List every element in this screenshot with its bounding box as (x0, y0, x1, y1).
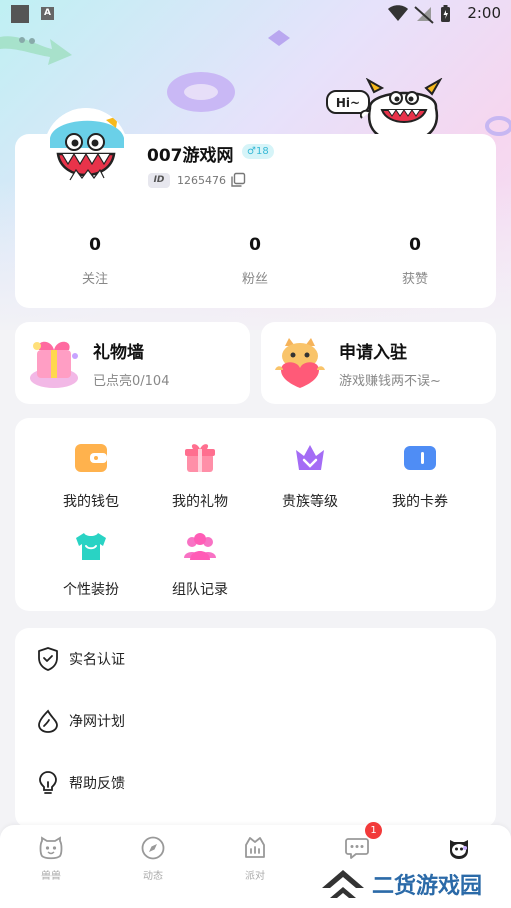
grid-item-label: 我的卡券 (392, 494, 448, 510)
grid-item-label: 我的礼物 (172, 494, 228, 510)
tshirt-icon (76, 533, 106, 560)
apply-subtitle: 游戏赚钱两不误~ (339, 374, 441, 389)
tab-label: 派对 (245, 871, 265, 882)
menu-item-clean-net[interactable]: 净网计划 (35, 708, 475, 734)
gift-icon (185, 444, 215, 472)
grid-item-team[interactable]: 组队记录 (145, 530, 255, 599)
gender-level-badge: ♂18 (242, 144, 274, 159)
stat-value: 0 (249, 235, 261, 255)
wifi-icon (388, 5, 408, 21)
gift-wall-subtitle: 已点亮0/104 (93, 374, 170, 389)
no-signal-icon (414, 6, 434, 24)
cat-heart-icon (275, 338, 325, 388)
decor-gem (268, 30, 290, 46)
menu-item-label: 帮助反馈 (69, 776, 125, 792)
copy-icon[interactable] (230, 172, 246, 188)
stat-likes[interactable]: 0 获赞 (370, 235, 460, 287)
decor-arrow (0, 36, 72, 65)
stat-value: 0 (409, 235, 421, 255)
grid-item-dressup[interactable]: 个性装扮 (36, 530, 146, 599)
tab-messages[interactable] (327, 835, 387, 867)
user-name: 007游戏网 (147, 146, 234, 166)
watermark-text: 二货游戏园 (372, 874, 483, 899)
apply-title: 申请入驻 (339, 343, 407, 363)
coupon-icon (404, 446, 436, 470)
grid-item-label: 组队记录 (172, 582, 228, 598)
stat-label: 粉丝 (241, 272, 268, 287)
crown-icon (296, 445, 324, 470)
stat-label: 关注 (81, 272, 108, 287)
message-badge: 1 (365, 822, 382, 839)
tab-label: 动态 (143, 871, 163, 882)
status-bar: A 2:00 (0, 0, 511, 28)
watermark: 二货游戏园 (320, 864, 510, 904)
gift-wall-card[interactable]: 礼物墙 已点亮0/104 (15, 322, 250, 404)
team-icon (184, 533, 216, 560)
tab-label: 兽兽 (41, 871, 61, 882)
grid-item-label: 贵族等级 (282, 494, 338, 510)
tab-mine[interactable] (429, 835, 489, 867)
leaf-icon (38, 709, 58, 733)
battery-icon (441, 5, 450, 22)
stat-value: 0 (89, 235, 101, 255)
menu-item-realname[interactable]: 实名认证 (35, 646, 475, 672)
decor-ring (167, 72, 235, 112)
grid-item-wallet[interactable]: 我的钱包 (36, 442, 146, 511)
bubble-text: Hi~ (335, 96, 361, 110)
system-icons (388, 5, 450, 24)
party-icon (245, 837, 265, 858)
tab-party[interactable]: 派对 (225, 835, 285, 882)
stat-fans[interactable]: 0 粉丝 (210, 235, 300, 287)
pet-icon (39, 836, 63, 860)
message-icon (345, 838, 369, 859)
stat-following[interactable]: 0 关注 (50, 235, 140, 287)
user-id: 1265476 (177, 174, 226, 187)
compass-icon (141, 836, 165, 860)
menu-item-label: 实名认证 (69, 652, 125, 668)
grid-item-coupons[interactable]: 我的卡券 (365, 442, 475, 511)
apply-card[interactable]: 申请入驻 游戏赚钱两不误~ (261, 322, 496, 404)
tab-pets[interactable]: 兽兽 (21, 835, 81, 882)
menu-item-help[interactable]: 帮助反馈 (35, 770, 475, 796)
id-tag: ID (148, 173, 170, 188)
avatar[interactable] (44, 108, 128, 192)
notification-square-icon (11, 5, 29, 23)
watermark-logo-icon (322, 870, 364, 898)
grid-item-gifts[interactable]: 我的礼物 (145, 442, 255, 511)
shield-icon (38, 647, 58, 671)
tab-moments[interactable]: 动态 (123, 835, 183, 882)
mine-icon (450, 840, 468, 859)
gift-wall-title: 礼物墙 (93, 343, 144, 363)
menu-item-label: 净网计划 (69, 714, 125, 730)
grid-item-label: 个性装扮 (63, 582, 119, 598)
feature-grid: 我的钱包 我的礼物 贵族等级 我的卡券 个性装扮 组队记录 (15, 418, 496, 611)
stat-label: 获赞 (401, 272, 428, 287)
settings-list: 实名认证 净网计划 帮助反馈 (15, 628, 496, 828)
grid-item-noble[interactable]: 贵族等级 (255, 442, 365, 511)
avatar-monster-icon (44, 108, 128, 192)
wallet-icon (75, 444, 107, 472)
grid-item-label: 我的钱包 (63, 494, 119, 510)
bulb-icon (39, 771, 57, 794)
keyboard-a-icon: A (41, 7, 54, 20)
gift-box-icon (30, 341, 78, 388)
status-time: 2:00 (467, 4, 501, 22)
